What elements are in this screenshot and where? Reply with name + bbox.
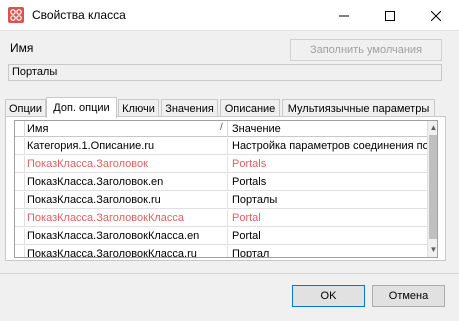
cell-name[interactable]: ПоказКласса.ЗаголовокКласса.ru: [27, 246, 225, 257]
name-label: Имя: [10, 41, 34, 55]
maximize-icon[interactable]: [367, 0, 413, 31]
row-indicator: [15, 156, 25, 173]
table-row[interactable]: Категория.1.Описание.ru Настройка параме…: [15, 138, 427, 155]
window-title: Свойства класса: [32, 8, 126, 22]
row-indicator: [15, 228, 25, 245]
tab-multilang-params[interactable]: Мультиязычные параметры: [282, 99, 435, 117]
minimize-icon[interactable]: [321, 0, 367, 31]
tab-options[interactable]: Опции: [5, 99, 46, 117]
cancel-button[interactable]: Отмена: [372, 285, 445, 307]
row-indicator: [15, 138, 25, 155]
properties-grid[interactable]: Имя / Значение Категория.1.Описание.ru Н…: [14, 120, 438, 258]
cell-value[interactable]: Portal: [227, 228, 427, 245]
cell-value[interactable]: Portal: [227, 210, 427, 227]
footer-divider: [0, 273, 459, 274]
scroll-up-icon[interactable]: ▲: [429, 122, 437, 133]
scroll-down-icon[interactable]: ▼: [429, 244, 437, 255]
cell-value[interactable]: Portals: [227, 156, 427, 173]
row-indicator: [15, 174, 25, 191]
table-row[interactable]: ПоказКласса.Заголовок.ru Порталы: [15, 192, 427, 209]
table-row[interactable]: ПоказКласса.ЗаголовокКласса Portal: [15, 210, 427, 227]
cell-name[interactable]: ПоказКласса.Заголовок.en: [27, 174, 225, 191]
row-indicator: [15, 246, 25, 257]
tab-extra-options[interactable]: Доп. опции: [46, 97, 117, 118]
grid-header: Имя / Значение: [15, 121, 437, 137]
tab-keys[interactable]: Ключи: [118, 99, 159, 117]
cell-name[interactable]: ПоказКласса.ЗаголовокКласса: [27, 210, 225, 227]
cell-name[interactable]: ПоказКласса.Заголовок: [27, 156, 225, 173]
tab-description[interactable]: Описание: [220, 99, 280, 117]
close-icon[interactable]: [413, 0, 459, 31]
table-row[interactable]: ПоказКласса.Заголовок Portals: [15, 156, 427, 173]
column-header-value[interactable]: Значение: [227, 121, 427, 137]
cell-value[interactable]: Portals: [227, 174, 427, 191]
ok-button[interactable]: OK: [292, 285, 365, 307]
column-header-name[interactable]: Имя: [27, 123, 48, 135]
tab-panel: Имя / Значение Категория.1.Описание.ru Н…: [5, 116, 446, 261]
cell-name[interactable]: Категория.1.Описание.ru: [27, 138, 225, 155]
tab-values[interactable]: Значения: [161, 99, 218, 117]
scrollbar-thumb[interactable]: [429, 135, 437, 239]
app-icon: [8, 7, 24, 23]
row-indicator-header: [15, 121, 25, 137]
fill-defaults-button[interactable]: Заполнить умолчания: [290, 39, 442, 61]
row-indicator: [15, 210, 25, 227]
cell-name[interactable]: ПоказКласса.Заголовок.ru: [27, 192, 225, 209]
vertical-scrollbar[interactable]: ▲ ▼: [427, 121, 437, 257]
cell-value[interactable]: Портал: [227, 246, 427, 257]
cell-value[interactable]: Настройка параметров соединения по: [227, 138, 427, 155]
table-row[interactable]: ПоказКласса.Заголовок.en Portals: [15, 174, 427, 191]
cell-name[interactable]: ПоказКласса.ЗаголовокКласса.en: [27, 228, 225, 245]
sort-indicator: /: [220, 122, 223, 133]
cell-value[interactable]: Порталы: [227, 192, 427, 209]
title-bar: Свойства класса: [0, 0, 459, 31]
name-field[interactable]: Порталы: [8, 64, 442, 81]
row-indicator: [15, 192, 25, 209]
table-row[interactable]: ПоказКласса.ЗаголовокКласса.en Portal: [15, 228, 427, 245]
table-row[interactable]: ПоказКласса.ЗаголовокКласса.ru Портал: [15, 246, 427, 257]
